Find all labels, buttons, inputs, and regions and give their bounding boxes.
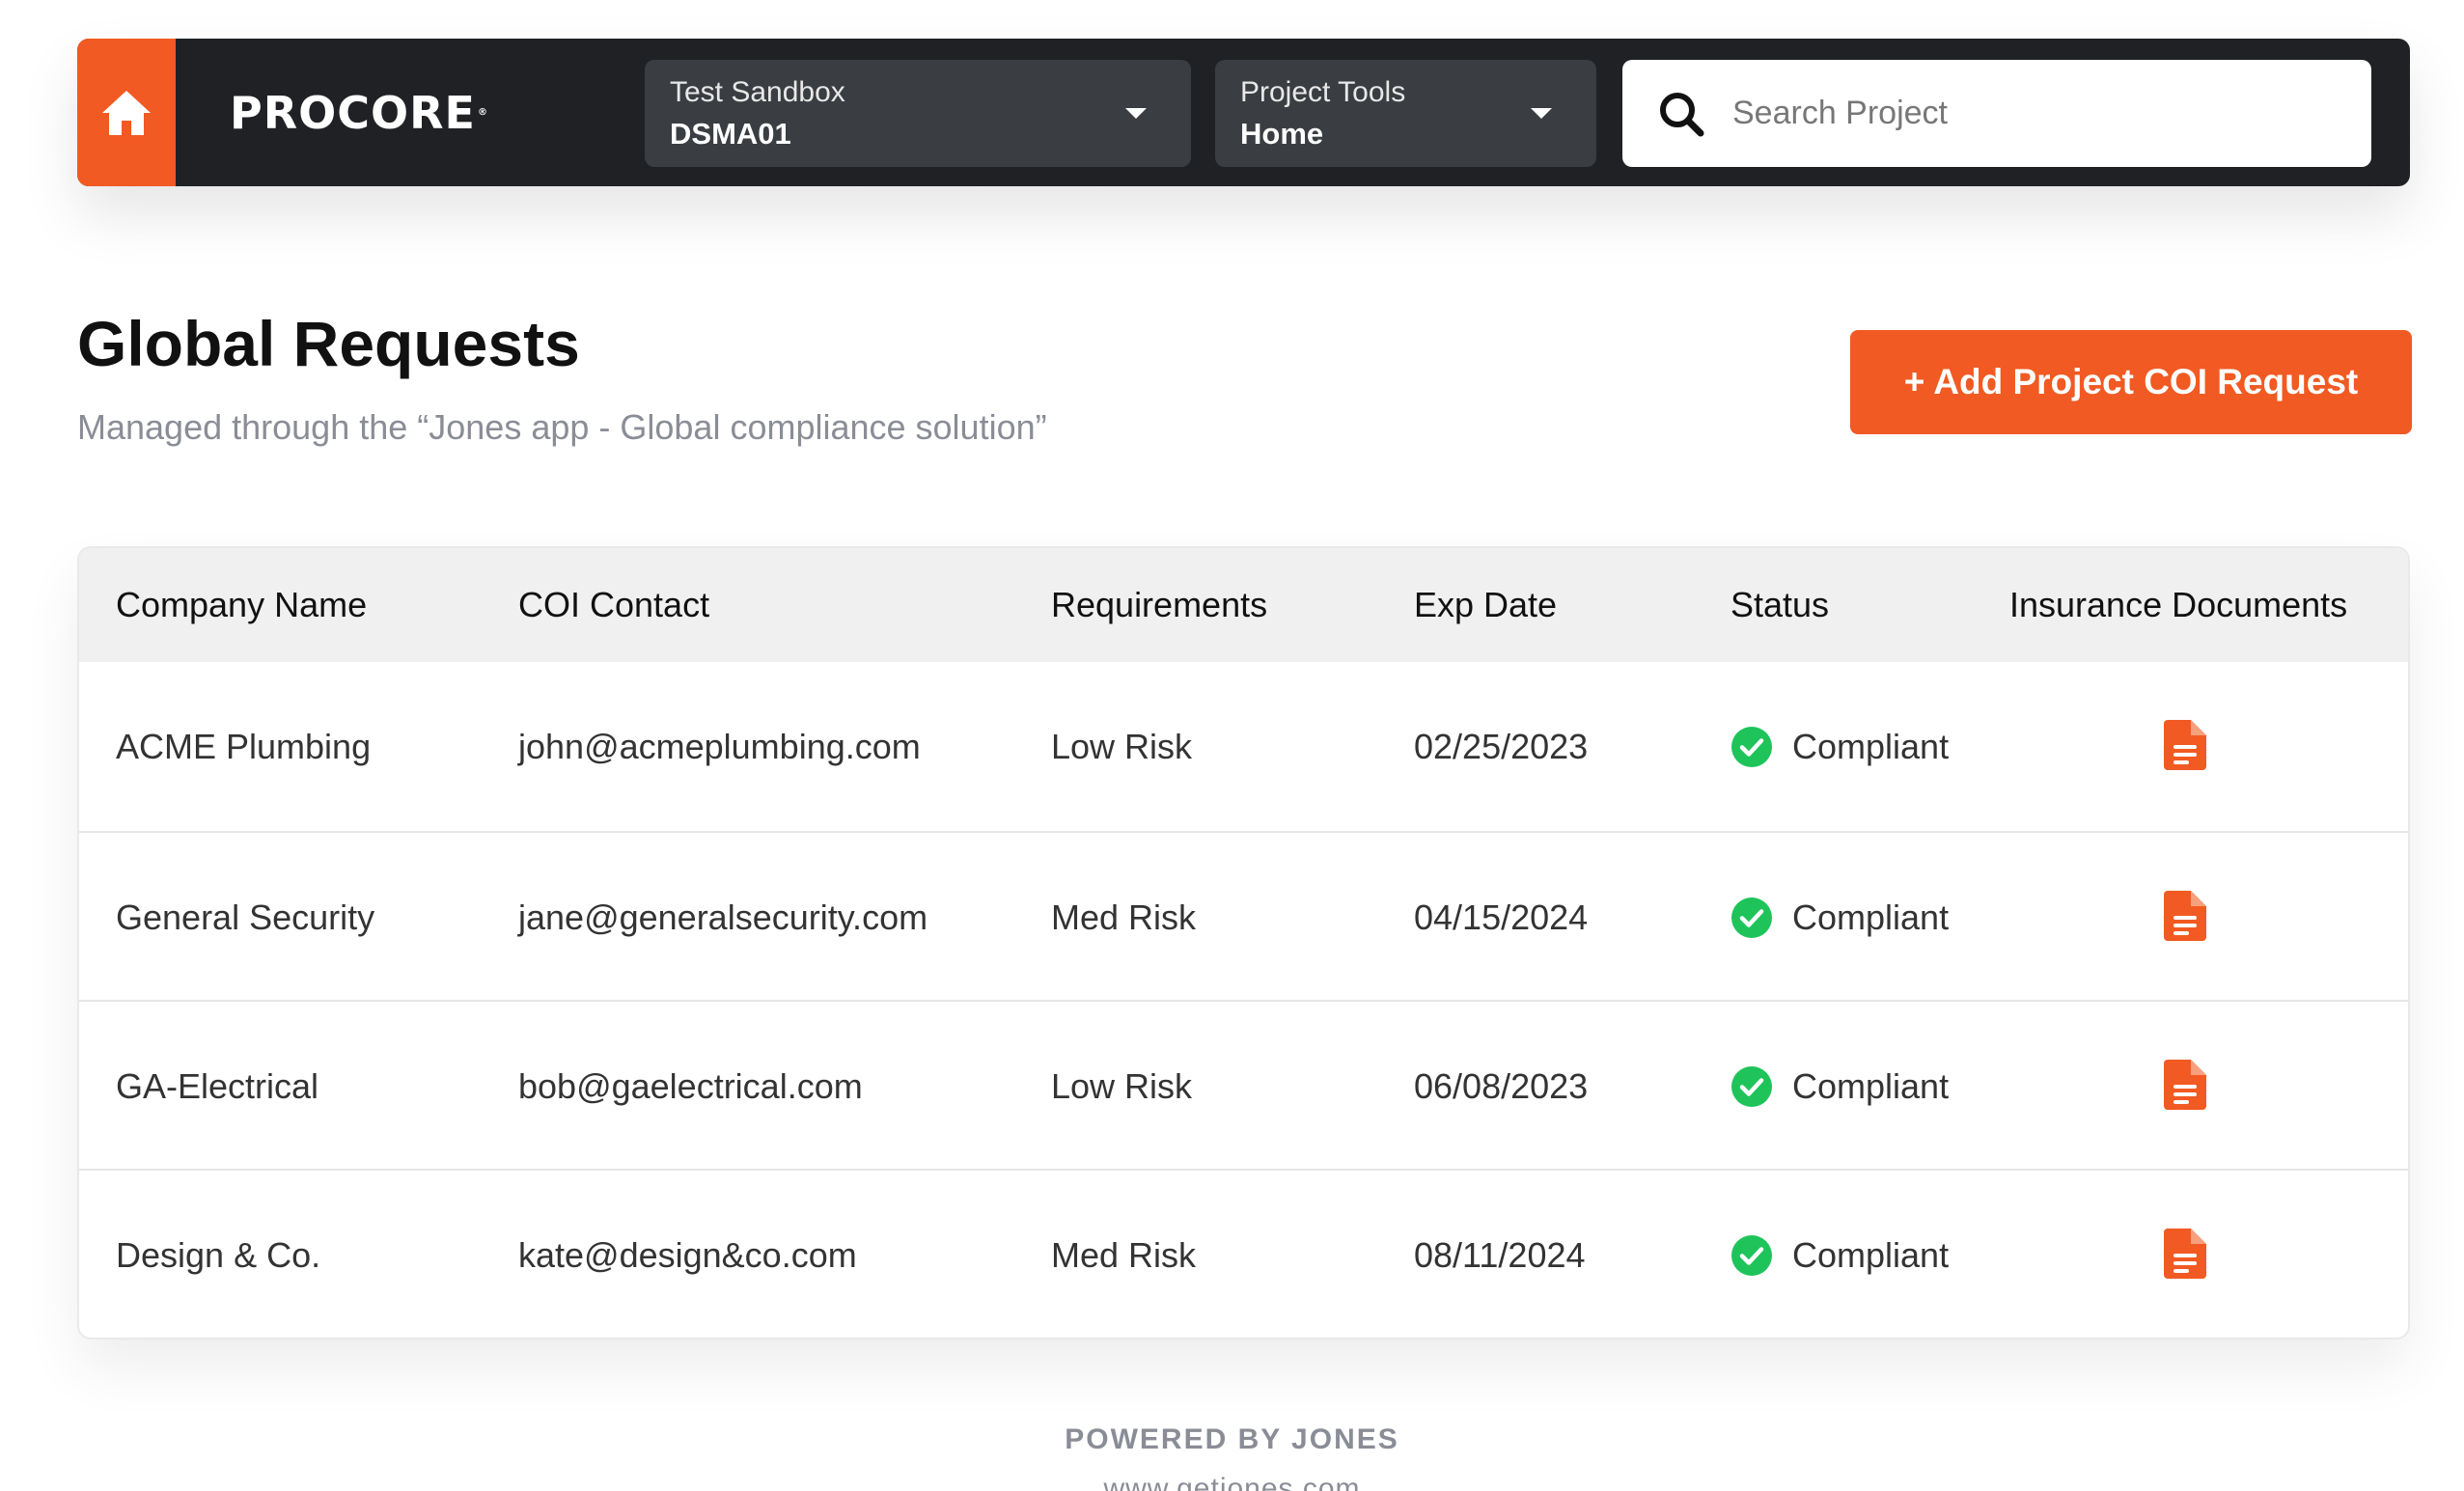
table-row[interactable]: General Security jane@generalsecurity.co… (79, 831, 2408, 1000)
table-row[interactable]: Design & Co. kate@design&co.com Med Risk… (79, 1169, 2408, 1338)
table-header: Company Name COI Contact Requirements Ex… (79, 548, 2408, 662)
requirements-cell: Low Risk (1051, 1066, 1193, 1106)
coi-contact-cell[interactable]: john@acmeplumbing.com (518, 662, 921, 831)
coi-contact-cell[interactable]: kate@design&co.com (518, 1171, 857, 1338)
check-circle-icon (1731, 897, 1772, 938)
project-tools-value: Home (1240, 117, 1324, 151)
coi-contact-cell[interactable]: bob@gaelectrical.com (518, 1002, 863, 1171)
table-body: ACME Plumbing john@acmeplumbing.com Low … (79, 662, 2408, 1338)
check-circle-icon (1731, 1234, 1772, 1276)
document-icon[interactable] (2164, 891, 2206, 941)
table-row[interactable]: ACME Plumbing john@acmeplumbing.com Low … (79, 662, 2408, 831)
column-header-status[interactable]: Status (1730, 548, 1829, 662)
document-icon[interactable] (2164, 720, 2206, 770)
exp-date-cell: 06/08/2023 (1414, 1066, 1589, 1106)
project-selector-value: DSMA01 (670, 117, 791, 151)
table-row[interactable]: GA-Electrical bob@gaelectrical.com Low R… (79, 1000, 2408, 1169)
exp-date-cell: 08/11/2024 (1414, 1235, 1586, 1275)
check-circle-icon (1731, 726, 1772, 767)
column-header-exp-date[interactable]: Exp Date (1414, 548, 1557, 662)
status-label: Compliant (1792, 897, 1950, 937)
document-icon[interactable] (2164, 1060, 2206, 1110)
requirements-cell: Low Risk (1051, 727, 1193, 766)
search-box[interactable] (1622, 60, 2371, 167)
project-tools-dropdown[interactable]: Project Tools Home (1215, 60, 1596, 167)
logo-text: PROCORE (230, 86, 476, 139)
exp-date-cell: 02/25/2023 (1414, 727, 1589, 766)
home-icon (102, 90, 151, 135)
document-icon[interactable] (2164, 1229, 2206, 1279)
status-label: Compliant (1792, 1235, 1950, 1275)
status-cell: Compliant (1730, 833, 1949, 1002)
check-circle-icon (1731, 1065, 1772, 1107)
project-selector-label: Test Sandbox (670, 76, 845, 108)
column-header-insurance-documents[interactable]: Insurance Documents (2009, 548, 2347, 662)
top-navigation-bar: PROCORE ® Test Sandbox DSMA01 Project Too… (77, 39, 2410, 186)
add-project-coi-request-button[interactable]: + Add Project COI Request (1850, 330, 2412, 434)
powered-by-label: POWERED BY JONES (1065, 1423, 1399, 1455)
column-header-company-name[interactable]: Company Name (116, 548, 367, 662)
search-icon (1660, 92, 1704, 136)
company-name-cell: ACME Plumbing (116, 727, 372, 766)
page-title: Global Requests (77, 308, 580, 379)
chevron-down-icon (1125, 108, 1147, 119)
company-name-cell: General Security (116, 897, 375, 937)
status-label: Compliant (1792, 727, 1950, 766)
chevron-down-icon (1531, 108, 1552, 119)
page-subtitle: Managed through the “Jones app - Global … (77, 407, 1047, 447)
project-selector-dropdown[interactable]: Test Sandbox DSMA01 (645, 60, 1191, 167)
requests-table: Company Name COI Contact Requirements Ex… (77, 546, 2410, 1339)
company-name-cell: GA-Electrical (116, 1066, 319, 1106)
requirements-cell: Med Risk (1051, 1235, 1197, 1275)
footer-url-link[interactable]: www.getjones.com (0, 1473, 2464, 1491)
home-button[interactable] (77, 39, 176, 186)
coi-contact-cell[interactable]: jane@generalsecurity.com (518, 833, 927, 1002)
registered-mark: ® (477, 107, 488, 118)
search-input[interactable] (1732, 95, 2331, 132)
exp-date-cell: 04/15/2024 (1414, 897, 1589, 937)
column-header-requirements[interactable]: Requirements (1051, 548, 1267, 662)
project-tools-label: Project Tools (1240, 76, 1406, 108)
column-header-coi-contact[interactable]: COI Contact (518, 548, 709, 662)
requirements-cell: Med Risk (1051, 897, 1197, 937)
status-label: Compliant (1792, 1066, 1950, 1106)
procore-logo[interactable]: PROCORE ® (176, 39, 542, 186)
status-cell: Compliant (1730, 1002, 1949, 1171)
status-cell: Compliant (1730, 662, 1949, 831)
company-name-cell: Design & Co. (116, 1235, 321, 1275)
status-cell: Compliant (1730, 1171, 1950, 1338)
